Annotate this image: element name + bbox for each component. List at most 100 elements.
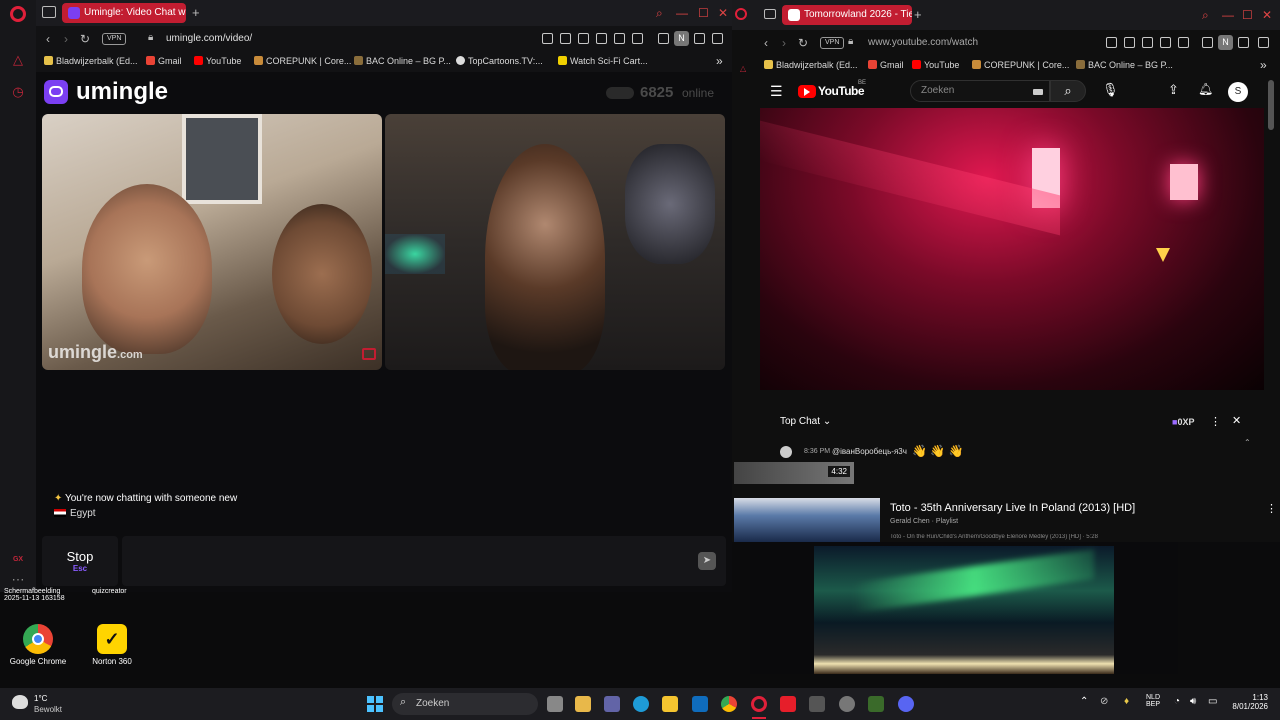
related-more-icon[interactable]: ⋮ (1266, 502, 1277, 515)
download-icon[interactable] (694, 33, 705, 44)
pin-icon[interactable] (1106, 37, 1117, 48)
download-icon[interactable] (1238, 37, 1249, 48)
taskbar-search[interactable]: ⌕ Zoeken (392, 693, 538, 715)
close-window-button[interactable]: ✕ (718, 6, 728, 20)
heart-icon[interactable] (632, 33, 643, 44)
weather-temp[interactable]: 1°C (34, 694, 47, 703)
bookmark-item[interactable]: BAC Online – BG P... (354, 50, 451, 72)
discord-icon[interactable] (898, 696, 914, 712)
aria-icon[interactable]: △ (740, 64, 746, 73)
bookmark-item[interactable]: YouTube (194, 50, 241, 72)
chevron-up-icon[interactable]: ⌃ (1244, 438, 1251, 447)
bookmark-item[interactable]: TopCartoons.TV:... (456, 50, 543, 72)
online-toggle[interactable] (606, 87, 634, 99)
keyboard-icon[interactable] (1033, 89, 1043, 95)
bookmark-item[interactable]: Bladwijzerbalk (Ed... (44, 50, 138, 72)
tab-menu-icon[interactable] (42, 6, 56, 18)
url-field[interactable]: umingle.com/video/ (166, 33, 252, 44)
opera-logo-icon[interactable] (10, 6, 26, 22)
outlook-icon[interactable] (692, 696, 708, 712)
youtube-logo-text[interactable]: YouTube (818, 84, 865, 98)
related-video-title[interactable]: Toto - 35th Anniversary Live In Poland (… (890, 502, 1135, 514)
lock-icon[interactable]: 🔒︎ (148, 32, 153, 43)
maximize-button[interactable]: ☐ (698, 6, 709, 20)
tray-icon-2[interactable]: ♦ (1124, 696, 1129, 707)
app-icon-green[interactable] (868, 696, 884, 712)
avatar[interactable]: S (1228, 82, 1248, 102)
top-chat-dropdown[interactable]: Top Chat ⌄ (780, 416, 831, 427)
volume-icon[interactable]: 🔊︎ (1190, 696, 1196, 707)
bookmark-item[interactable]: Gmail (868, 54, 904, 76)
reload-button[interactable]: ↻ (798, 36, 808, 50)
windows-start-icon[interactable] (367, 696, 383, 712)
snapshot-icon[interactable] (560, 33, 571, 44)
chat-more-icon[interactable]: ⋮ (1210, 415, 1221, 428)
tab-menu-icon[interactable] (764, 9, 776, 19)
menu-icon[interactable] (1258, 37, 1269, 48)
extensions-icon[interactable] (1202, 37, 1213, 48)
bookmark-item[interactable]: YouTube (912, 54, 959, 76)
desktop-file-label-2[interactable]: quizcreator (92, 588, 127, 595)
bookmark-item[interactable]: COREPUNK | Core... (972, 54, 1069, 76)
back-button[interactable]: ‹ (764, 36, 768, 50)
chrome-taskbar-icon[interactable] (721, 696, 737, 712)
related-thumbnail[interactable] (734, 498, 880, 542)
forward-button[interactable]: › (64, 32, 68, 46)
minimize-button[interactable]: — (676, 6, 688, 20)
back-button[interactable]: ‹ (46, 32, 50, 46)
play-icon[interactable] (614, 33, 625, 44)
task-view-icon[interactable] (547, 696, 563, 712)
calculator-icon[interactable] (809, 696, 825, 712)
opera-logo-icon[interactable] (735, 8, 747, 20)
search-tabs-icon[interactable]: ⌕ (1202, 8, 1209, 23)
close-window-button[interactable]: ✕ (1262, 8, 1272, 22)
play-icon[interactable] (1160, 37, 1171, 48)
profile-button[interactable]: N (1218, 35, 1233, 50)
desktop-icon-norton[interactable]: ✓ Norton 360 (82, 624, 142, 666)
tab-youtube[interactable]: Tomorrowland 2026 - Tie (782, 5, 912, 25)
new-tab-button[interactable]: + (192, 5, 200, 20)
pip-window[interactable] (750, 542, 1178, 674)
app-icon-gray[interactable] (839, 696, 855, 712)
vpn-badge[interactable]: VPN (820, 37, 845, 49)
bookmark-item[interactable]: COREPUNK | Core... (254, 50, 351, 72)
youtube-search-button[interactable]: ⌕ (1050, 80, 1086, 102)
notifications-icon[interactable]: 🔔︎ (1198, 82, 1213, 96)
extensions-icon[interactable] (658, 33, 669, 44)
maximize-button[interactable]: ☐ (1242, 8, 1253, 22)
new-tab-button[interactable]: + (914, 7, 922, 22)
report-icon[interactable] (362, 348, 376, 360)
snapshot-icon[interactable] (1124, 37, 1135, 48)
teams-icon[interactable] (604, 696, 620, 712)
forward-button[interactable]: › (782, 36, 786, 50)
edge-icon[interactable] (633, 696, 649, 712)
hamburger-menu-icon[interactable]: ☰ (770, 83, 783, 100)
page-scrollbar[interactable] (1268, 80, 1274, 130)
tray-chevron-icon[interactable]: ⌃ (1080, 696, 1088, 707)
history-icon[interactable]: ◷ (10, 84, 26, 100)
translate-icon[interactable] (596, 33, 607, 44)
clock[interactable]: 1:13 8/01/2026 (1224, 693, 1268, 711)
shield-icon[interactable] (1142, 37, 1153, 48)
share-icon[interactable]: ⇪ (1168, 82, 1179, 98)
bookmark-item[interactable]: BAC Online – BG P... (1076, 54, 1173, 76)
more-bookmarks-icon[interactable]: » (1260, 54, 1267, 76)
tray-icon[interactable]: ⊘ (1100, 696, 1108, 707)
reload-button[interactable]: ↻ (80, 32, 90, 46)
weather-icon[interactable] (12, 695, 28, 709)
menu-icon[interactable] (712, 33, 723, 44)
vpn-badge[interactable]: VPN (102, 33, 127, 45)
bookmark-item[interactable]: Bladwijzerbalk (Ed... (764, 54, 858, 76)
battery-icon[interactable]: ▭ (1208, 696, 1217, 707)
message-input[interactable]: ➤ (122, 536, 726, 586)
stop-button[interactable]: Stop Esc (42, 536, 118, 586)
app-icon-red[interactable] (780, 696, 796, 712)
minimize-button[interactable]: — (1222, 8, 1234, 22)
heart-icon[interactable] (1178, 37, 1189, 48)
chat-close-icon[interactable]: ✕ (1232, 414, 1241, 427)
opera-gx-taskbar-icon[interactable] (751, 696, 767, 712)
send-icon[interactable]: ➤ (698, 552, 716, 570)
lock-icon[interactable]: 🔒︎ (848, 36, 853, 47)
language-indicator[interactable]: NLD BEP (1146, 694, 1160, 708)
profile-button[interactable]: N (674, 31, 689, 46)
